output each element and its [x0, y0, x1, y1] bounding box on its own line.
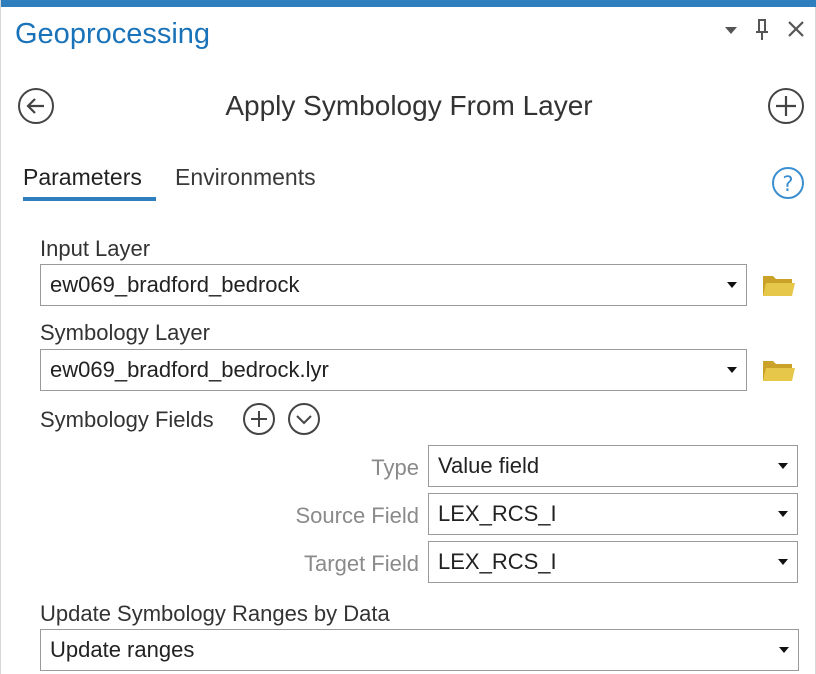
dropdown-caret-icon	[727, 367, 737, 373]
browse-symbology-button[interactable]	[762, 357, 796, 383]
dropdown-caret-icon	[779, 647, 789, 653]
dropdown-caret-icon	[778, 511, 788, 517]
update-ranges-value: Update ranges	[50, 637, 195, 662]
target-field-combobox[interactable]: LEX_RCS_I	[428, 541, 798, 583]
expand-fields-button[interactable]	[287, 402, 321, 436]
input-layer-combobox[interactable]: ew069_bradford_bedrock	[40, 264, 747, 306]
source-field-label: Source Field	[295, 503, 419, 528]
dropdown-caret-icon	[727, 282, 737, 288]
pin-icon	[756, 19, 768, 40]
type-combobox[interactable]: Value field	[428, 445, 798, 487]
browse-input-button[interactable]	[762, 272, 796, 298]
target-field-value: LEX_RCS_I	[438, 549, 557, 574]
tool-title: Apply Symbology From Layer	[225, 90, 593, 121]
type-value: Value field	[438, 453, 540, 478]
pane-accent-bar	[1, 0, 816, 7]
symbology-layer-label: Symbology Layer	[40, 320, 210, 345]
caret-down-icon	[725, 27, 737, 34]
tab-environments[interactable]: Environments	[175, 164, 316, 191]
chevron-down-icon	[288, 403, 320, 435]
pane-title: Geoprocessing	[15, 18, 211, 50]
help-button[interactable]: ?	[770, 165, 806, 201]
active-tab-indicator	[23, 197, 156, 201]
add-icon	[768, 88, 804, 124]
input-layer-value: ew069_bradford_bedrock	[50, 272, 300, 297]
geoprocessing-pane: Geoprocessing Apply Symbology From Layer…	[0, 0, 816, 674]
tab-parameters[interactable]: Parameters	[23, 164, 142, 191]
source-field-value: LEX_RCS_I	[438, 501, 557, 526]
update-ranges-combobox[interactable]: Update ranges	[40, 629, 799, 671]
input-layer-label: Input Layer	[40, 236, 151, 261]
dropdown-caret-icon	[778, 463, 788, 469]
help-icon: ?	[772, 167, 804, 199]
folder-icon	[763, 361, 795, 381]
close-icon	[788, 21, 804, 37]
update-ranges-label: Update Symbology Ranges by Data	[40, 601, 390, 626]
symbology-fields-label: Symbology Fields	[40, 407, 214, 432]
pin-button[interactable]	[753, 14, 771, 52]
add-field-button[interactable]	[242, 402, 276, 436]
type-label: Type	[371, 455, 419, 480]
symbology-layer-combobox[interactable]: ew069_bradford_bedrock.lyr	[40, 349, 747, 391]
svg-text:?: ?	[782, 172, 793, 196]
source-field-combobox[interactable]: LEX_RCS_I	[428, 493, 798, 535]
pane-menu-button[interactable]	[723, 14, 739, 52]
folder-icon	[763, 276, 795, 296]
dropdown-caret-icon	[778, 559, 788, 565]
symbology-layer-value: ew069_bradford_bedrock.lyr	[50, 357, 329, 382]
close-button[interactable]	[786, 14, 806, 52]
add-tool-button[interactable]	[767, 87, 805, 125]
target-field-label: Target Field	[304, 551, 419, 576]
add-icon	[243, 403, 275, 435]
